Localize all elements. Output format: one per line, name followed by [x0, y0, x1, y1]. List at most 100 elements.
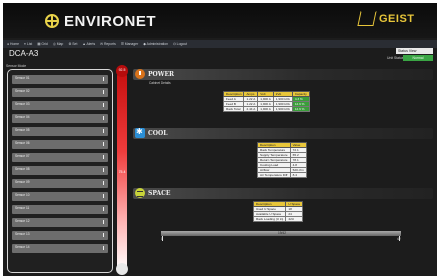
space-table: Description U Space Used U Space 18 Availab… [252, 201, 304, 222]
power-cell: 1,900 A [257, 101, 274, 107]
power-cell: 1,900 kVA [272, 106, 293, 112]
cool-cell: Air Temperature Diff [257, 172, 291, 178]
expand-icon [103, 77, 106, 81]
rack-u-scale: 19/42 0 42 [161, 231, 401, 243]
table-row: Rack Total 2.44 A 1,900 A 1,900 kVA 12.9 % [222, 106, 310, 112]
sensor-list-item[interactable]: Sensor 02 [12, 88, 108, 97]
sensor-item-label: Sensor 13 [15, 232, 30, 236]
nav-item-home[interactable]: ● Home [7, 42, 19, 46]
space-cell: 42U [285, 216, 304, 222]
sensor-list-item[interactable]: Sensor 11 [12, 205, 108, 214]
snowflake-icon [135, 127, 145, 138]
thermometer-top-value: 92.5 [118, 68, 126, 72]
expand-icon [103, 168, 106, 172]
sensor-item-label: Sensor 09 [15, 180, 30, 184]
sensor-item-label: Sensor 05 [15, 128, 30, 132]
space-title: SPACE [148, 190, 171, 197]
globe-icon [45, 14, 59, 28]
power-cell: 2.44 A [243, 106, 259, 112]
sensor-list-item[interactable]: Sensor 01 [12, 75, 108, 84]
app-header: ENVIRONET GEIST [3, 3, 437, 38]
nav-item-logout[interactable]: ⏻ Logout [173, 42, 187, 46]
expand-icon [103, 155, 106, 159]
rack-u-scale-label: 19/42 [278, 231, 286, 235]
brand-name: ENVIRONET [64, 12, 157, 30]
space-section-header[interactable]: SPACE [133, 188, 433, 199]
table-row: Air Temperature Diff 8.4 [257, 172, 307, 178]
sensor-item-label: Sensor 07 [15, 154, 30, 158]
sensor-list-item[interactable]: Sensor 09 [12, 179, 108, 188]
sensor-item-label: Sensor 14 [15, 245, 30, 249]
sensor-list-item[interactable]: Sensor 13 [12, 231, 108, 240]
nav-item-manager[interactable]: ☰ Manager [121, 42, 138, 46]
nav-item-list[interactable]: ≡ List [24, 42, 32, 46]
sensor-item-label: Sensor 08 [15, 167, 30, 171]
expand-icon [103, 207, 106, 211]
power-subtitle: Cabinet Details [149, 81, 171, 85]
cool-cell: 520 cfm [289, 167, 307, 173]
view-select[interactable]: Status View [396, 48, 433, 54]
environet-logo[interactable]: ENVIRONET [45, 12, 156, 30]
thermometer-bottom-bulb [116, 263, 128, 275]
nav-item-alerts[interactable]: ▲ Alerts [82, 42, 95, 46]
cool-section-header[interactable]: COOL [133, 127, 433, 139]
power-cell: 1,900 kVA [272, 96, 293, 102]
scale-tick-start: 0 [161, 237, 163, 241]
sensor-list-item[interactable]: Sensor 12 [12, 218, 108, 227]
sensor-item-label: Sensor 02 [15, 89, 30, 93]
nav-item-administration[interactable]: ◆ Administration [143, 42, 168, 46]
nav-item-set[interactable]: ⚙ Set [68, 42, 77, 46]
space-cell: Rack Loading (U in) [252, 216, 287, 222]
power-section-header[interactable]: POWER [133, 69, 433, 80]
expand-icon [103, 90, 106, 94]
sensor-list-item[interactable]: Sensor 03 [12, 101, 108, 110]
expand-icon [103, 246, 106, 250]
sensor-list-item[interactable]: Sensor 06 [12, 140, 108, 149]
geist-logo: GEIST [357, 11, 415, 26]
power-title: POWER [148, 71, 175, 78]
nav-item-reports[interactable]: ✉ Reports [100, 42, 116, 46]
power-table: Description Amps Volt kVA Capacity Feed A 1.2… [222, 91, 310, 112]
unit-status-badge[interactable]: Normal [403, 55, 433, 61]
geist-mark-icon [357, 11, 377, 26]
space-col-header: U Space [285, 201, 304, 207]
sensor-list-label: Sensor Mode [6, 64, 27, 68]
expand-icon [103, 194, 106, 198]
nav-bar: ● Home ≡ List ▦ Grid ◎ Map ⚙ Set ▲ Alert… [3, 40, 437, 48]
expand-icon [103, 220, 106, 224]
page-title: DCA-A3 [9, 49, 39, 58]
table-row: Return Temperature 78.1 [257, 157, 307, 163]
sensor-list-item[interactable]: Sensor 05 [12, 127, 108, 136]
temperature-gauge: 92.5 75.4 [115, 65, 129, 275]
power-cell: 1,900 A [257, 106, 274, 112]
sensor-list-item[interactable]: Sensor 07 [12, 153, 108, 162]
power-cell: 12.9 % [291, 106, 310, 112]
cool-cell: Supply Temperature [257, 152, 291, 158]
nav-item-map[interactable]: ◎ Map [53, 42, 64, 46]
space-cell: Available U Space [252, 211, 287, 217]
screen: ENVIRONET GEIST ● Home ≡ List ▦ Grid ◎ M… [3, 3, 437, 276]
expand-icon [103, 116, 106, 120]
sensor-item-label: Sensor 04 [15, 115, 30, 119]
sensor-item-label: Sensor 01 [15, 76, 30, 80]
cool-title: COOL [148, 130, 168, 137]
table-row: Rack Loading (U in) 42U [252, 216, 304, 222]
sensor-list[interactable]: Sensor 01 Sensor 02 Sensor 03 Sensor 04 Sens… [7, 69, 113, 273]
thermometer-top-bulb: 92.5 [116, 65, 128, 77]
sensor-list-item[interactable]: Sensor 14 [12, 244, 108, 253]
expand-icon [103, 142, 106, 146]
thermometer-mid-value: 75.4 [118, 170, 126, 174]
sensor-list-item[interactable]: Sensor 08 [12, 166, 108, 175]
cool-table: Description Value Rack Temperature 72.1 Sup… [257, 142, 307, 178]
power-col-header: Capacity [291, 91, 310, 97]
table-row: Rack Temperature 72.1 [257, 147, 307, 153]
power-cell: 1,900 kVA [272, 101, 293, 107]
sensor-list-item[interactable]: Sensor 04 [12, 114, 108, 123]
expand-icon [103, 103, 106, 107]
sensor-list-item[interactable]: Sensor 10 [12, 192, 108, 201]
unit-status-label: Unit Status [387, 56, 404, 60]
power-icon [135, 69, 145, 79]
nav-item-grid[interactable]: ▦ Grid [37, 42, 48, 46]
expand-icon [103, 129, 106, 133]
sensor-item-label: Sensor 10 [15, 193, 30, 197]
